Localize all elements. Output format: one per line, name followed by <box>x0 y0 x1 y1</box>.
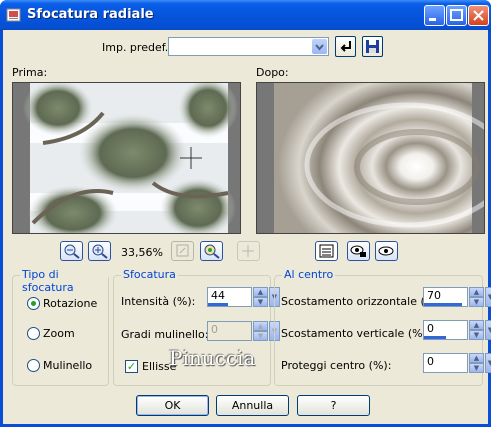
maximize-icon <box>450 9 463 21</box>
blur-type-legend: Tipo di sfocatura <box>20 268 108 294</box>
blur-legend: Sfocatura <box>121 268 178 281</box>
radio-zoom-label: Zoom <box>43 327 75 340</box>
radio-zoom[interactable] <box>27 327 40 340</box>
window-title: Sfocatura radiale <box>27 7 154 22</box>
preview-list-icon <box>319 244 334 258</box>
blur-type-group: Tipo di sfocatura Rotazione Zoom Mulinel… <box>12 268 109 386</box>
protect-center-input[interactable]: 0 <box>423 353 468 373</box>
zoom-out-button[interactable] <box>60 241 83 261</box>
zoom-in-icon <box>92 244 108 259</box>
minimize-icon <box>429 18 436 21</box>
floppy-disk-icon <box>366 40 379 53</box>
v-offset-up-icon[interactable]: ▲ <box>469 320 484 330</box>
before-image <box>23 83 238 233</box>
before-preview[interactable] <box>12 82 241 234</box>
preset-label: Imp. predef.: <box>102 41 172 54</box>
magnifier-icon <box>204 244 220 259</box>
cancel-button[interactable]: Annulla <box>216 395 289 416</box>
eye-icon <box>378 246 394 256</box>
h-offset-up-icon[interactable]: ▲ <box>469 287 484 297</box>
radio-rotation-label: Rotazione <box>43 297 98 310</box>
auto-proof-button[interactable] <box>375 241 398 261</box>
move-arrows-icon <box>242 245 254 257</box>
ok-button[interactable]: OK <box>136 395 209 416</box>
twirl-up-icon[interactable]: ▲ <box>253 321 268 331</box>
h-offset-bar <box>424 303 462 306</box>
help-button[interactable]: ? <box>297 395 370 416</box>
protect-center-popout-icon[interactable]: ▼ <box>485 353 491 373</box>
app-icon <box>6 8 21 22</box>
ellipse-checkbox[interactable]: ✓ <box>125 360 138 373</box>
before-label: Prima: <box>12 66 48 79</box>
load-preset-button[interactable] <box>335 36 356 57</box>
radio-twirl[interactable] <box>27 359 40 372</box>
center-group: Al centro Scostamento orizzontale (%): 7… <box>274 268 491 386</box>
zoom-fit-button[interactable] <box>171 241 194 261</box>
toggle-preview-button[interactable] <box>315 241 338 261</box>
minimize-button[interactable] <box>424 5 445 26</box>
return-arrow-icon <box>340 41 351 52</box>
radio-twirl-label: Mulinello <box>43 359 93 372</box>
chevron-down-icon[interactable] <box>312 39 327 54</box>
twirl-spinner[interactable]: 0 ▲ ▼ ▼ <box>207 321 280 341</box>
intensity-spinner[interactable]: 44 ▲ ▼ ▼ <box>207 287 280 307</box>
preset-dropdown[interactable] <box>168 37 329 56</box>
after-image <box>274 83 484 233</box>
title-bar[interactable]: Sfocatura radiale <box>0 0 491 31</box>
twirl-down-icon[interactable]: ▼ <box>253 331 268 341</box>
zoom-out-icon <box>64 244 80 259</box>
twirl-input[interactable]: 0 <box>207 321 252 341</box>
intensity-up-icon[interactable]: ▲ <box>253 287 268 297</box>
after-label: Dopo: <box>256 66 289 79</box>
maximize-button[interactable] <box>446 5 467 26</box>
radio-rotation[interactable] <box>27 297 40 310</box>
proof-button[interactable] <box>347 241 370 261</box>
protect-center-label: Proteggi centro (%): <box>281 359 392 372</box>
v-offset-spinner[interactable]: 0 ▲ ▼ ▼ <box>423 320 491 340</box>
intensity-down-icon[interactable]: ▼ <box>253 297 268 307</box>
eye-lock-icon <box>350 245 366 257</box>
fit-window-icon <box>176 244 189 257</box>
protect-center-spinner[interactable]: 0 ▲ ▼ ▼ <box>423 353 491 373</box>
v-offset-label: Scostamento verticale (%): <box>281 327 431 340</box>
watermark-text: Pinuccia <box>169 346 256 370</box>
h-offset-spinner[interactable]: 70 ▲ ▼ ▼ <box>423 287 491 307</box>
center-legend: Al centro <box>282 268 336 281</box>
intensity-bar <box>208 303 228 306</box>
h-offset-popout-icon[interactable]: ▼ <box>485 287 491 307</box>
pan-button[interactable] <box>237 241 260 261</box>
v-offset-bar <box>424 336 446 339</box>
dialog-window: Sfocatura radiale Imp. predef.: Prima: D… <box>0 0 491 427</box>
h-offset-label: Scostamento orizzontale (%): <box>281 295 444 308</box>
save-preset-button[interactable] <box>362 36 383 57</box>
protect-center-up-icon[interactable]: ▲ <box>469 353 484 363</box>
close-button[interactable] <box>468 5 489 26</box>
close-icon <box>473 10 484 21</box>
intensity-label: Intensità (%): <box>121 295 196 308</box>
twirl-label: Gradi mulinello: <box>121 328 209 341</box>
h-offset-down-icon[interactable]: ▼ <box>469 297 484 307</box>
v-offset-popout-icon[interactable]: ▼ <box>485 320 491 340</box>
zoom-actual-button[interactable] <box>200 241 223 261</box>
after-preview <box>256 82 485 234</box>
zoom-in-button[interactable] <box>88 241 111 261</box>
dialog-client: Imp. predef.: Prima: Dopo: 33,56% Tipo d… <box>3 30 491 424</box>
v-offset-down-icon[interactable]: ▼ <box>469 330 484 340</box>
zoom-level: 33,56% <box>121 246 163 259</box>
protect-center-down-icon[interactable]: ▼ <box>469 363 484 373</box>
